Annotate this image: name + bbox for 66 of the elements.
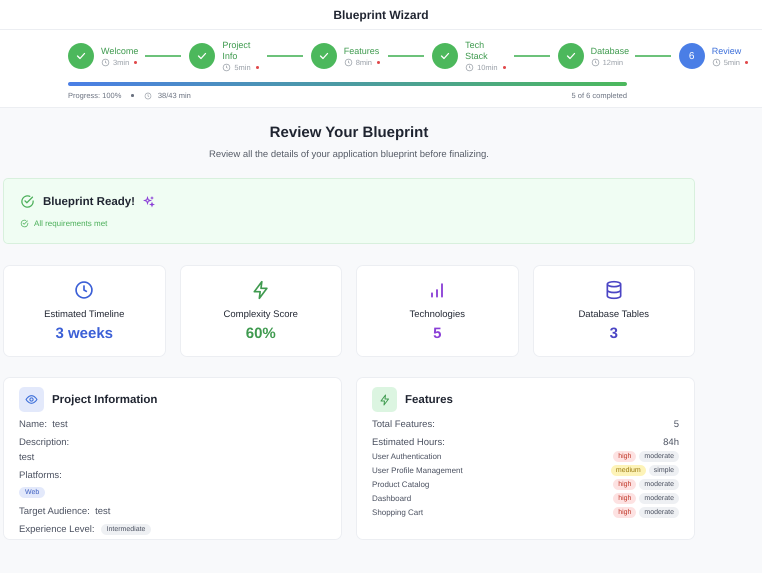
feature-name: User Profile Management xyxy=(372,466,463,475)
checkmark-icon xyxy=(439,50,452,62)
audience-field: Target Audience: test xyxy=(19,506,326,517)
clock-icon xyxy=(222,63,232,72)
step-label[interactable]: Features xyxy=(344,46,380,56)
total-features-label: Total Features: xyxy=(372,419,435,430)
name-field: Name: test xyxy=(19,419,326,430)
checkmark-icon xyxy=(75,50,87,62)
stat-label: Technologies xyxy=(410,309,465,320)
lightning-icon xyxy=(378,394,390,406)
database-icon xyxy=(604,280,624,300)
description-value: test xyxy=(19,452,36,463)
step-connector xyxy=(514,55,550,57)
checkmark-icon xyxy=(196,50,208,62)
description-label: Description: xyxy=(19,437,70,448)
stat-label: Estimated Timeline xyxy=(44,309,124,320)
step-indicator[interactable] xyxy=(558,43,584,69)
checkmark-icon xyxy=(318,50,330,62)
clock-icon xyxy=(144,92,152,100)
circle-check-icon xyxy=(20,194,35,209)
total-features-value: 5 xyxy=(674,419,679,430)
clock-icon xyxy=(344,58,353,66)
estimated-hours-value: 84h xyxy=(663,437,679,448)
stat-value: 3 weeks xyxy=(55,325,114,342)
feature-name: User Authentication xyxy=(372,452,442,461)
stat-label: Database Tables xyxy=(578,309,650,320)
card-title: Project Information xyxy=(52,394,158,406)
step-indicator[interactable]: 6 xyxy=(678,43,705,69)
stat-value: 3 xyxy=(610,325,618,342)
step-connector xyxy=(388,55,424,57)
feature-name: Shopping Cart xyxy=(372,508,424,517)
step-label[interactable]: Project Info xyxy=(222,40,258,62)
window-title: Blueprint Wizard xyxy=(0,0,762,30)
step-indicator[interactable] xyxy=(68,43,94,69)
stat-value: 5 xyxy=(433,325,442,342)
clock-icon xyxy=(465,63,474,72)
step-label[interactable]: Database xyxy=(590,46,627,56)
step-connector xyxy=(634,55,671,57)
clock-icon xyxy=(74,280,94,300)
ready-title: Blueprint Ready! xyxy=(43,196,136,208)
step-indicator[interactable] xyxy=(189,43,216,69)
clock-icon xyxy=(590,58,600,66)
step-label[interactable]: Tech Stack xyxy=(465,40,502,62)
ready-note: All requirements met xyxy=(34,219,108,228)
step-label[interactable]: Review xyxy=(712,46,748,56)
circle-check-icon xyxy=(20,219,29,228)
clock-icon xyxy=(712,58,721,66)
page-heading: Review Your Blueprint xyxy=(268,124,430,141)
checkmark-icon xyxy=(564,50,577,62)
feature-name: Product Catalog xyxy=(372,480,430,489)
sparkles-icon xyxy=(143,196,156,208)
eye-icon xyxy=(25,393,38,406)
estimated-hours-label: Estimated Hours: xyxy=(372,437,445,448)
page-subheading: Review all the details of your application blueprint before finalizing. xyxy=(208,149,490,160)
platforms-label: Platforms: xyxy=(19,470,63,481)
step-connector xyxy=(145,55,182,57)
card-title: Features xyxy=(405,394,453,406)
step-indicator[interactable] xyxy=(310,43,337,69)
step-connector xyxy=(266,55,303,57)
step-indicator[interactable] xyxy=(432,43,458,69)
experience-label: Experience Level: xyxy=(19,524,95,535)
step-label[interactable]: Welcome xyxy=(101,46,137,56)
stat-label: Complexity Score xyxy=(224,309,298,320)
stat-value: 60% xyxy=(246,325,276,342)
clock-icon xyxy=(101,58,110,66)
feature-name: Dashboard xyxy=(372,494,412,503)
